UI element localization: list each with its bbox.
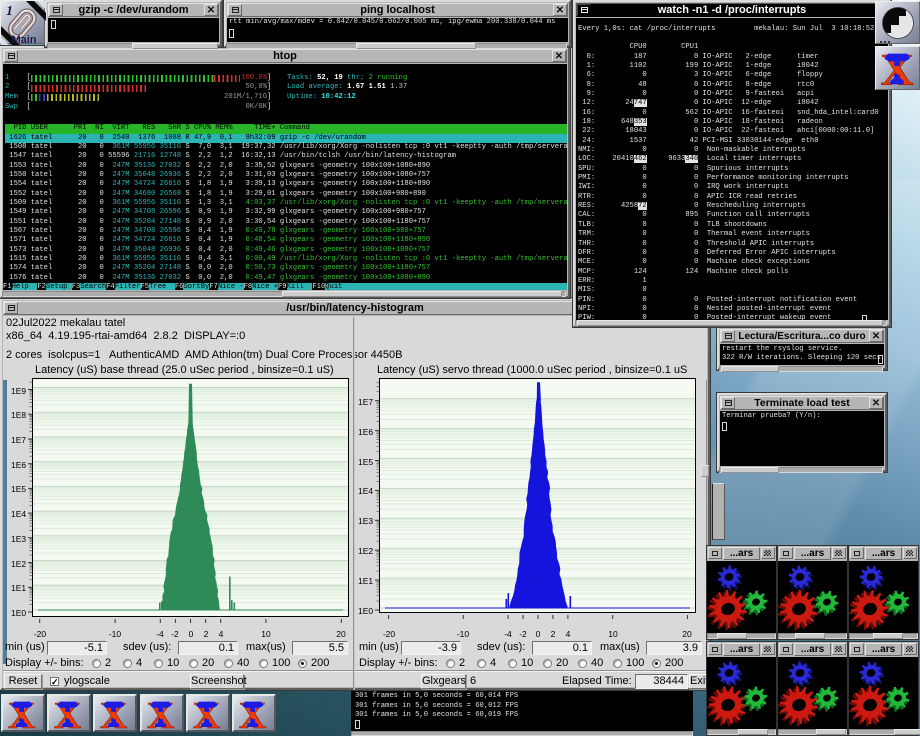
svg-text:1: 1 [6, 4, 13, 19]
svg-text:Main: Main [11, 34, 36, 45]
